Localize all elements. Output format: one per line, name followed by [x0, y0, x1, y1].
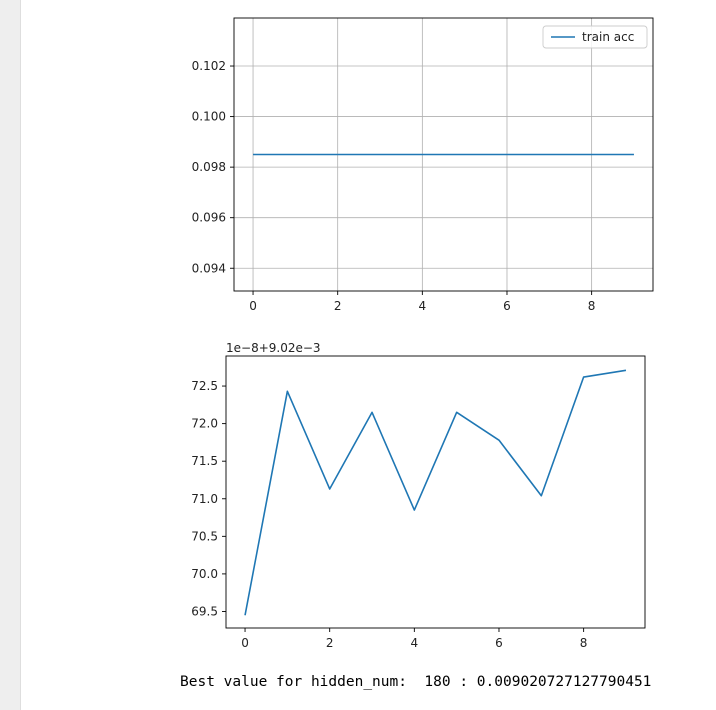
x-tick-label: 8 [588, 299, 596, 313]
y-tick-label: 72.0 [191, 417, 218, 431]
y-offset-label: 1e−8+9.02e−3 [226, 341, 321, 355]
chart-1: 0 2 4 6 8 0.094 0.096 0.098 0.100 0.102 train acc [192, 17, 654, 313]
y-tick-label: 0.096 [192, 211, 226, 225]
y-tick-label: 0.098 [192, 160, 226, 174]
x-tick-label: 2 [334, 299, 342, 313]
x-tick-label: 4 [411, 636, 419, 650]
y-tick-label: 72.5 [191, 379, 218, 393]
chart-figure: 0 2 4 6 80.0940.0960.0980.1000.102train acc0… [191, 17, 654, 650]
x-tick-label: 0 [241, 636, 249, 650]
output-text: Best value for hidden_num: 180 : 0.00902… [180, 674, 652, 690]
x-tick-label: 8 [580, 636, 588, 650]
axes-frame [225, 355, 646, 629]
y-tick-label: 70.5 [191, 529, 218, 543]
chart-2: 0 2 4 6 8 69.5 70.0 70.5 71.0 71.5 72.0 72.5 1e−8+9.… [191, 341, 646, 650]
x-tick-label: 2 [326, 636, 334, 650]
y-tick-label: 70.0 [191, 567, 218, 581]
series-line [244, 369, 627, 616]
y-tick-label: 71.0 [191, 492, 218, 506]
y-tick-label: 0.102 [192, 59, 226, 73]
legend-label: train acc [582, 30, 634, 44]
y-tick-label: 0.100 [192, 110, 226, 124]
y-tick-label: 0.094 [192, 261, 226, 275]
y-tick-label: 71.5 [191, 454, 218, 468]
y-tick-label: 69.5 [191, 604, 218, 618]
x-tick-label: 4 [419, 299, 427, 313]
legend: train acc [542, 25, 648, 49]
x-tick-label: 0 [249, 299, 257, 313]
x-tick-label: 6 [503, 299, 511, 313]
x-tick-label: 6 [495, 636, 503, 650]
